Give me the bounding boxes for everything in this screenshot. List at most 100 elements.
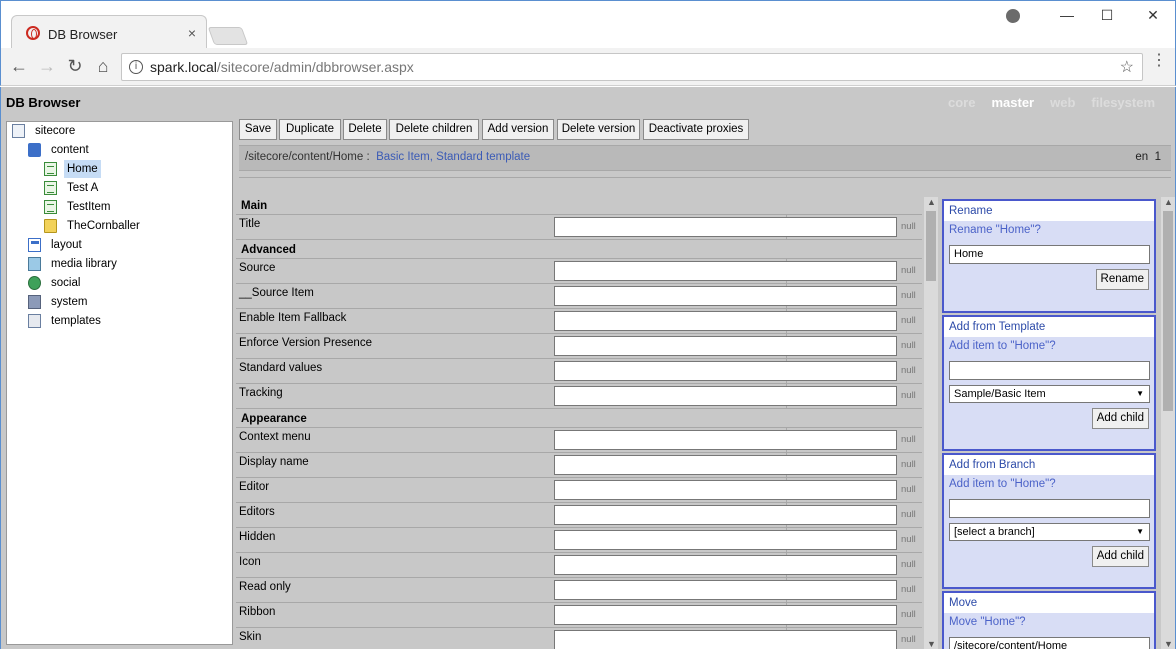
field-input-read-only[interactable] — [554, 580, 897, 600]
template-link-basic-item[interactable]: Basic Item — [376, 151, 430, 163]
field-row-tracking: Tracking null — [236, 384, 922, 409]
folder-icon — [44, 219, 57, 233]
scrollbar-thumb[interactable] — [926, 211, 936, 281]
db-browser-app: DB Browser core master web filesystem sitec… — [0, 87, 1176, 649]
database-switcher: core master web filesystem — [932, 95, 1155, 110]
field-input-enforce-version-presence[interactable] — [554, 336, 897, 356]
maximize-icon[interactable]: ☐ — [1087, 7, 1127, 24]
delete-version-button[interactable]: Delete version — [557, 119, 640, 140]
field-row-ribbon: Ribbon null — [236, 603, 922, 628]
fields-scrollbar[interactable]: ▲ ▼ — [924, 197, 938, 649]
field-input-editors[interactable] — [554, 505, 897, 525]
database-link-core[interactable]: core — [948, 95, 975, 110]
version-label[interactable]: 1 — [1155, 151, 1161, 163]
item-path: /sitecore/content/Home : Basic Item, Sta… — [245, 151, 531, 163]
field-row-display-name: Display name null — [236, 453, 922, 478]
add-child-branch-button[interactable]: Add child — [1091, 546, 1149, 567]
tab-title: DB Browser — [48, 27, 118, 42]
field-input-ribbon[interactable] — [554, 605, 897, 625]
section-appearance: Appearance — [236, 410, 922, 428]
scroll-up-icon[interactable]: ▲ — [927, 197, 936, 207]
browser-tab[interactable]: DB Browser × — [11, 15, 207, 49]
address-bar[interactable]: i spark.local/sitecore/admin/dbbrowser.a… — [121, 53, 1143, 81]
save-button[interactable]: Save — [239, 119, 277, 140]
close-tab-icon[interactable]: × — [188, 25, 196, 41]
url-text[interactable]: spark.local/sitecore/admin/dbbrowser.asp… — [150, 59, 414, 75]
field-input-enable-item-fallback[interactable] — [554, 311, 897, 331]
field-row-standard-values: Standard values null — [236, 359, 922, 384]
rename-panel: Rename Rename "Home"? Home Rename — [942, 199, 1156, 313]
scroll-up-icon[interactable]: ▲ — [1164, 197, 1173, 207]
account-icon[interactable] — [1006, 9, 1020, 23]
forward-icon[interactable]: → — [35, 56, 59, 76]
field-input-icon[interactable] — [554, 555, 897, 575]
delete-button[interactable]: Delete — [343, 119, 387, 140]
field-row-skin: Skin null — [236, 628, 922, 649]
home-icon[interactable]: ⌂ — [91, 56, 115, 76]
template-link-standard[interactable]: Standard template — [436, 151, 530, 163]
language-version: en 1 — [1135, 151, 1161, 163]
database-link-filesystem[interactable]: filesystem — [1091, 95, 1155, 110]
field-row-hidden: Hidden null — [236, 528, 922, 553]
duplicate-button[interactable]: Duplicate — [279, 119, 341, 140]
info-icon[interactable]: i — [129, 60, 143, 74]
scroll-down-icon[interactable]: ▼ — [927, 639, 936, 649]
template-select[interactable]: Sample/Basic Item ▼ — [949, 385, 1150, 403]
rename-input[interactable]: Home — [949, 245, 1150, 264]
database-link-web[interactable]: web — [1050, 95, 1075, 110]
field-row-source: Source null — [236, 259, 922, 284]
field-row-source-item: __Source Item null — [236, 284, 922, 309]
field-input-standard-values[interactable] — [554, 361, 897, 381]
field-input-skin[interactable] — [554, 630, 897, 649]
reload-icon[interactable]: ↻ — [63, 56, 87, 76]
add-child-template-button[interactable]: Add child — [1091, 408, 1149, 429]
templates-icon — [28, 314, 41, 328]
field-input-hidden[interactable] — [554, 530, 897, 550]
database-link-master[interactable]: master — [991, 95, 1034, 110]
rename-question: Rename "Home"? — [949, 224, 1041, 236]
app-title: DB Browser — [6, 95, 81, 110]
add-branch-header: Add from Branch — [944, 455, 1154, 475]
page-icon — [44, 162, 57, 176]
field-input-editor[interactable] — [554, 480, 897, 500]
move-question: Move "Home"? — [949, 616, 1026, 628]
add-version-button[interactable]: Add version — [482, 119, 554, 140]
cubes-icon — [28, 143, 41, 157]
field-row-read-only: Read only null — [236, 578, 922, 603]
field-input-source-item[interactable] — [554, 286, 897, 306]
bookmark-star-icon[interactable]: ☆ — [1120, 57, 1134, 77]
add-branch-name-input[interactable] — [949, 499, 1150, 518]
browser-titlebar: DB Browser × — ☐ ✕ — [0, 0, 1176, 49]
field-input-context-menu[interactable] — [554, 430, 897, 450]
scrollbar-thumb[interactable] — [1163, 211, 1173, 411]
field-editor: Main Title null Advanced Source null __Sou… — [236, 197, 938, 649]
opera-icon — [26, 26, 40, 40]
field-input-display-name[interactable] — [554, 455, 897, 475]
language-label[interactable]: en — [1135, 151, 1148, 163]
branch-select[interactable]: [select a branch] ▼ — [949, 523, 1150, 541]
field-row-enable-item-fallback: Enable Item Fallback null — [236, 309, 922, 334]
move-target-input[interactable]: /sitecore/content/Home — [949, 637, 1150, 649]
deactivate-proxies-button[interactable]: Deactivate proxies — [643, 119, 749, 140]
back-icon[interactable]: ← — [7, 56, 31, 76]
field-row-title: Title null — [236, 215, 922, 240]
add-template-name-input[interactable] — [949, 361, 1150, 380]
field-input-title[interactable] — [554, 217, 897, 237]
scroll-down-icon[interactable]: ▼ — [1164, 639, 1173, 649]
field-input-tracking[interactable] — [554, 386, 897, 406]
close-window-icon[interactable]: ✕ — [1133, 7, 1173, 24]
panels-scrollbar[interactable]: ▲ ▼ — [1161, 197, 1175, 649]
add-template-question: Add item to "Home"? — [949, 340, 1056, 352]
field-input-source[interactable] — [554, 261, 897, 281]
rename-button[interactable]: Rename — [1095, 269, 1149, 290]
content-tree: sitecore content Home Test A TestItem Th… — [6, 121, 233, 645]
field-row-icon: Icon null — [236, 553, 922, 578]
minimize-icon[interactable]: — — [1047, 7, 1087, 23]
browser-toolbar: ← → ↻ ⌂ i spark.local/sitecore/admin/dbb… — [0, 48, 1176, 86]
new-tab-button[interactable] — [207, 27, 249, 45]
browser-menu-icon[interactable]: ⋮ — [1151, 53, 1167, 69]
delete-children-button[interactable]: Delete children — [389, 119, 479, 140]
url-path: /sitecore/admin/dbbrowser.aspx — [216, 59, 414, 75]
section-main: Main — [236, 197, 922, 215]
move-panel: Move Move "Home"? /sitecore/content/Home — [942, 591, 1156, 649]
